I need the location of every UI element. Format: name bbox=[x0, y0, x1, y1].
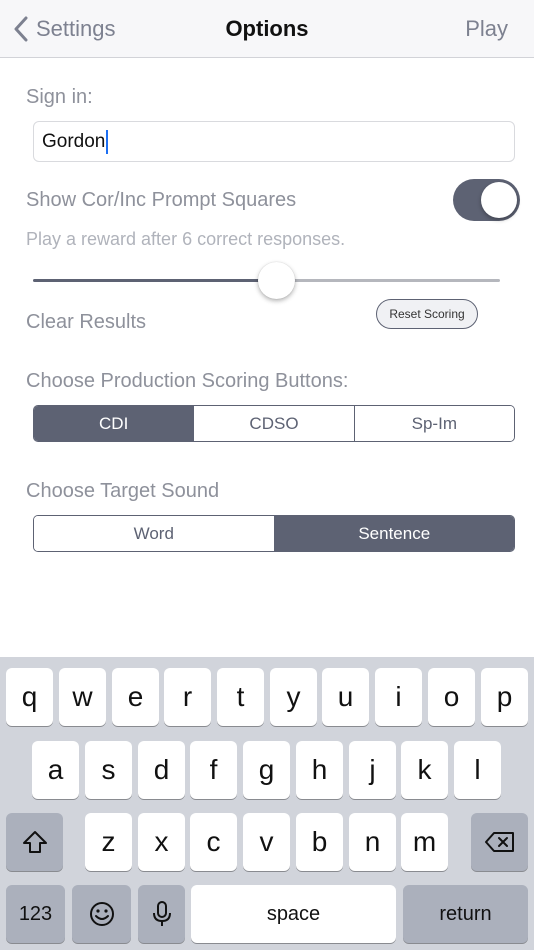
key-b[interactable]: b bbox=[296, 813, 343, 871]
target-sound-label: Choose Target Sound bbox=[26, 480, 220, 502]
play-button[interactable]: Play bbox=[465, 16, 508, 42]
segment-sp-im[interactable]: Sp-Im bbox=[354, 406, 514, 441]
segment-sentence[interactable]: Sentence bbox=[274, 516, 514, 551]
key-k[interactable]: k bbox=[401, 741, 448, 799]
key-t[interactable]: t bbox=[217, 668, 264, 726]
key-j[interactable]: j bbox=[349, 741, 396, 799]
reward-slider-track bbox=[276, 279, 500, 282]
key-s[interactable]: s bbox=[85, 741, 132, 799]
emoji-icon bbox=[89, 902, 114, 926]
clear-results-label: Clear Results bbox=[26, 311, 147, 333]
key-l[interactable]: l bbox=[454, 741, 501, 799]
reward-slider-track-filled bbox=[33, 279, 276, 282]
key-a[interactable]: a bbox=[32, 741, 79, 799]
scoring-buttons-segmented-control: CDI CDSO Sp-Im bbox=[33, 405, 515, 442]
key-x[interactable]: x bbox=[138, 813, 185, 871]
return-key[interactable]: return bbox=[403, 885, 528, 943]
scoring-buttons-label: Choose Production Scoring Buttons: bbox=[26, 370, 349, 392]
microphone-icon bbox=[152, 901, 171, 926]
segment-cdi[interactable]: CDI bbox=[34, 406, 195, 441]
key-p[interactable]: p bbox=[481, 668, 528, 726]
key-m[interactable]: m bbox=[401, 813, 448, 871]
prompt-squares-label: Show Cor/Inc Prompt Squares bbox=[26, 189, 297, 211]
delete-key[interactable] bbox=[471, 813, 528, 871]
reward-description: Play a reward after 6 correct responses. bbox=[26, 229, 346, 249]
key-u[interactable]: u bbox=[322, 668, 369, 726]
key-o[interactable]: o bbox=[428, 668, 475, 726]
keyboard: q w e r t y u i o p a s d f g h j k l z … bbox=[0, 657, 534, 950]
segment-cdso[interactable]: CDSO bbox=[194, 406, 355, 441]
key-d[interactable]: d bbox=[138, 741, 185, 799]
sign-in-field[interactable]: Gordon bbox=[33, 121, 515, 162]
key-y[interactable]: y bbox=[270, 668, 317, 726]
sign-in-label: Sign in: bbox=[26, 86, 93, 108]
key-g[interactable]: g bbox=[243, 741, 290, 799]
page-title: Options bbox=[225, 16, 309, 41]
key-c[interactable]: c bbox=[190, 813, 237, 871]
toggle-knob bbox=[481, 182, 517, 218]
key-h[interactable]: h bbox=[296, 741, 343, 799]
emoji-key[interactable] bbox=[72, 885, 131, 943]
key-i[interactable]: i bbox=[375, 668, 422, 726]
sign-in-value: Gordon bbox=[42, 130, 106, 152]
target-sound-segmented-control: Word Sentence bbox=[33, 515, 515, 552]
reset-scoring-button[interactable]: Reset Scoring bbox=[376, 299, 478, 329]
shift-icon bbox=[22, 831, 47, 853]
backspace-icon bbox=[484, 832, 514, 852]
segment-word[interactable]: Word bbox=[34, 516, 275, 551]
key-z[interactable]: z bbox=[85, 813, 132, 871]
key-e[interactable]: e bbox=[112, 668, 159, 726]
key-r[interactable]: r bbox=[164, 668, 211, 726]
shift-key[interactable] bbox=[6, 813, 63, 871]
key-w[interactable]: w bbox=[59, 668, 106, 726]
dictation-key[interactable] bbox=[138, 885, 185, 943]
text-cursor bbox=[106, 129, 109, 154]
navigation-bar: Settings Options Play bbox=[0, 0, 534, 58]
numbers-key[interactable]: 123 bbox=[6, 885, 65, 943]
space-key[interactable]: space bbox=[191, 885, 396, 943]
key-f[interactable]: f bbox=[190, 741, 237, 799]
key-n[interactable]: n bbox=[349, 813, 396, 871]
key-v[interactable]: v bbox=[243, 813, 290, 871]
key-q[interactable]: q bbox=[6, 668, 53, 726]
reward-slider-thumb[interactable] bbox=[258, 262, 295, 299]
prompt-squares-toggle[interactable] bbox=[453, 179, 520, 221]
